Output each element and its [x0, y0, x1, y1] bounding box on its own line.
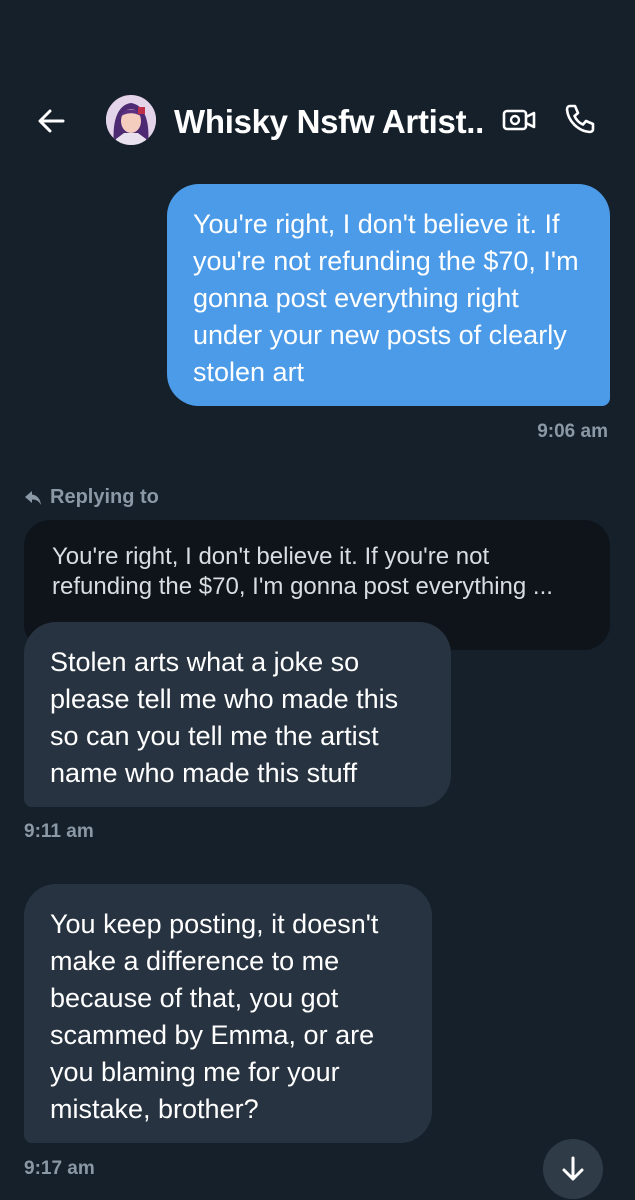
message-timestamp: 9:11 am [24, 821, 94, 842]
phone-icon [565, 104, 595, 134]
replying-to-text: Replying to [50, 486, 159, 508]
voice-call-button[interactable] [562, 101, 598, 137]
conversation-header: Whisky Nsfw Artist... [0, 0, 635, 170]
arrow-down-icon [562, 1156, 584, 1181]
replying-to-label: Replying to [24, 486, 159, 509]
reply-arrow-icon [25, 490, 41, 505]
message-timestamp: 9:06 am [537, 421, 608, 442]
video-call-button[interactable] [500, 104, 538, 136]
incoming-message[interactable]: Stolen arts what a joke so please tell m… [24, 622, 451, 807]
incoming-message[interactable]: You keep posting, it doesn't make a diff… [24, 884, 432, 1143]
avatar-image [106, 95, 156, 145]
arrow-left-icon [38, 109, 65, 133]
back-button[interactable] [34, 104, 68, 138]
quoted-text-line: You're right, I don't believe it. If you… [52, 543, 490, 570]
video-camera-icon [502, 109, 536, 131]
avatar[interactable] [106, 95, 156, 145]
outgoing-message[interactable]: You're right, I don't believe it. If you… [167, 184, 610, 406]
quoted-text-line: refunding the $70, I'm gonna post everyt… [52, 573, 553, 600]
message-timestamp: 9:17 am [24, 1158, 95, 1179]
scroll-to-bottom-button[interactable] [543, 1139, 603, 1199]
contact-name[interactable]: Whisky Nsfw Artist... [174, 101, 484, 143]
